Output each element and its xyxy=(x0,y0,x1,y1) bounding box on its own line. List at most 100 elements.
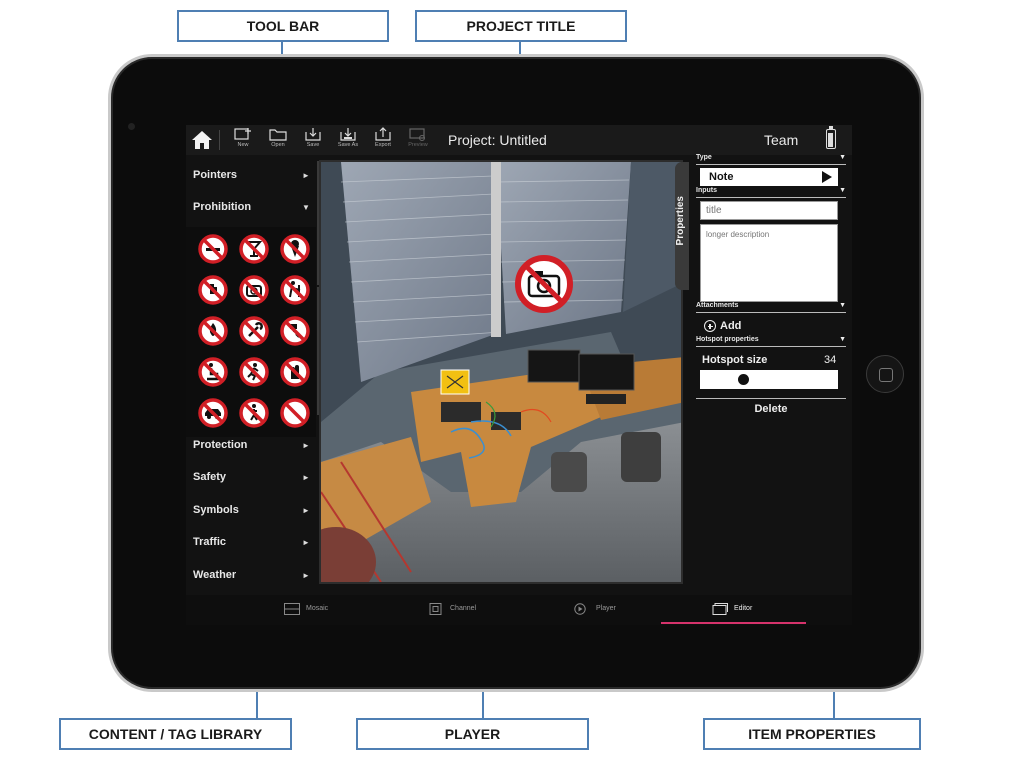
content-library: Pointers ► Prohibition ▼ Protection ► Sa… xyxy=(186,161,316,593)
title-input[interactable] xyxy=(700,201,838,220)
mosaic-icon xyxy=(284,603,300,615)
add-label: Add xyxy=(720,320,742,332)
category-protection[interactable]: Protection ► xyxy=(186,431,316,461)
nav-editor-label: Editor xyxy=(734,605,753,612)
nav-player-label: Player xyxy=(596,605,616,612)
no-drinking-icon[interactable] xyxy=(239,234,269,264)
export-button[interactable]: Export xyxy=(368,127,398,153)
caret-down-icon: ▼ xyxy=(839,302,846,309)
tab-properties-label: Properties xyxy=(675,196,686,246)
channel-icon xyxy=(429,603,442,615)
save-as-icon xyxy=(340,128,356,141)
attachments-section-header[interactable]: Attachments ▼ xyxy=(696,302,846,313)
description-input[interactable] xyxy=(700,224,838,302)
nav-mosaic-label: Mosaic xyxy=(306,605,329,612)
delete-button[interactable]: Delete xyxy=(696,403,846,419)
category-label: Prohibition xyxy=(193,201,252,213)
tab-properties[interactable]: Properties xyxy=(675,162,689,290)
chevron-right-icon: ► xyxy=(302,538,310,547)
type-select[interactable]: Note xyxy=(700,168,838,186)
no-pedestrians-icon[interactable] xyxy=(239,398,269,428)
category-label: Weather xyxy=(193,569,237,581)
no-sitting-icon[interactable] xyxy=(198,357,228,387)
device-home-button[interactable] xyxy=(866,355,904,393)
no-smoking-icon[interactable] xyxy=(198,234,228,264)
no-pushing-icon[interactable] xyxy=(280,275,310,305)
category-label: Symbols xyxy=(193,504,239,516)
chevron-right-icon: ► xyxy=(302,171,310,180)
active-tab-indicator xyxy=(661,622,806,624)
category-safety[interactable]: Safety ► xyxy=(186,463,316,493)
no-hand-icon[interactable] xyxy=(280,357,310,387)
no-entry-icon[interactable] xyxy=(280,398,310,428)
hotspot-header-label: Hotspot properties xyxy=(696,336,759,343)
no-drinking-water-icon[interactable] xyxy=(280,316,310,346)
chevron-right-icon: ► xyxy=(302,441,310,450)
no-fire-icon[interactable] xyxy=(198,316,228,346)
callout-library: CONTENT / TAG LIBRARY xyxy=(59,718,292,750)
category-label: Safety xyxy=(193,471,227,483)
camera-icon xyxy=(128,123,135,130)
inputs-header-label: Inputs xyxy=(696,187,717,194)
export-icon xyxy=(375,127,391,141)
save-as-button[interactable]: Save As xyxy=(333,127,363,153)
folder-icon xyxy=(269,129,287,141)
chevron-down-icon: ▼ xyxy=(302,203,310,212)
callout-item-properties: ITEM PROPERTIES xyxy=(703,718,921,750)
hotspot-section-header[interactable]: Hotspot properties ▼ xyxy=(696,336,846,347)
type-section-header[interactable]: Type ▼ xyxy=(696,154,846,165)
save-icon xyxy=(305,128,321,141)
attachments-header-label: Attachments xyxy=(696,302,739,309)
no-touching-icon[interactable] xyxy=(198,275,228,305)
plus-circle-icon xyxy=(704,320,716,332)
divider xyxy=(696,398,846,399)
category-weather[interactable]: Weather ► xyxy=(186,561,316,591)
no-camera-icon[interactable] xyxy=(239,275,269,305)
save-label: Save xyxy=(306,142,320,148)
toolbar-separator xyxy=(219,130,220,150)
inputs-section-header[interactable]: Inputs ▼ xyxy=(696,187,846,198)
preview-button[interactable]: Preview xyxy=(403,127,433,153)
hotspot-size-slider[interactable] xyxy=(700,370,838,389)
panorama-image xyxy=(321,162,681,582)
chevron-right-icon: ► xyxy=(302,473,310,482)
no-wrench-icon[interactable] xyxy=(239,316,269,346)
category-label: Protection xyxy=(193,439,248,451)
save-button[interactable]: Save xyxy=(298,127,328,153)
toolbar: New Open Save Save As Export Preview Pro… xyxy=(186,125,852,155)
callout-project-title: PROJECT TITLE xyxy=(415,10,627,42)
team-button[interactable]: Team xyxy=(764,132,798,148)
caret-down-icon: ▼ xyxy=(839,187,846,194)
category-symbols[interactable]: Symbols ► xyxy=(186,496,316,526)
no-vehicles-icon[interactable] xyxy=(198,398,228,428)
category-pointers[interactable]: Pointers ► xyxy=(186,161,316,191)
item-properties-panel: Type ▼ Note Inputs ▼ Attachments ▼ Add H… xyxy=(694,154,852,595)
caret-down-icon: ▼ xyxy=(839,154,846,161)
battery-icon xyxy=(826,126,836,149)
slider-handle[interactable] xyxy=(738,374,750,385)
chevron-right-icon: ► xyxy=(302,506,310,515)
category-prohibition[interactable]: Prohibition ▼ xyxy=(186,193,316,223)
project-title: Project: Untitled xyxy=(448,132,547,148)
no-running-icon[interactable] xyxy=(239,357,269,387)
preview-icon xyxy=(409,128,425,141)
preview-label: Preview xyxy=(408,142,428,148)
callout-player: PLAYER xyxy=(356,718,589,750)
category-traffic[interactable]: Traffic ► xyxy=(186,528,316,558)
home-icon[interactable] xyxy=(191,129,213,151)
bottom-navigation: Mosaic Channel Player Editor xyxy=(186,595,852,625)
open-label: Open xyxy=(271,142,285,148)
no-ice-cream-icon[interactable] xyxy=(280,234,310,264)
hotspot-size-value: 34 xyxy=(824,354,837,366)
hotspot-size-label: Hotspot size xyxy=(702,354,768,366)
new-button[interactable]: New xyxy=(228,127,258,153)
new-label: New xyxy=(237,142,249,148)
open-button[interactable]: Open xyxy=(263,127,293,153)
type-header-label: Type xyxy=(696,154,712,161)
player-icon xyxy=(574,603,586,615)
player-viewport[interactable] xyxy=(319,160,683,584)
callout-tool-bar: TOOL BAR xyxy=(177,10,389,42)
category-label: Pointers xyxy=(193,169,238,181)
editor-icon xyxy=(712,603,728,615)
export-label: Export xyxy=(375,142,391,148)
